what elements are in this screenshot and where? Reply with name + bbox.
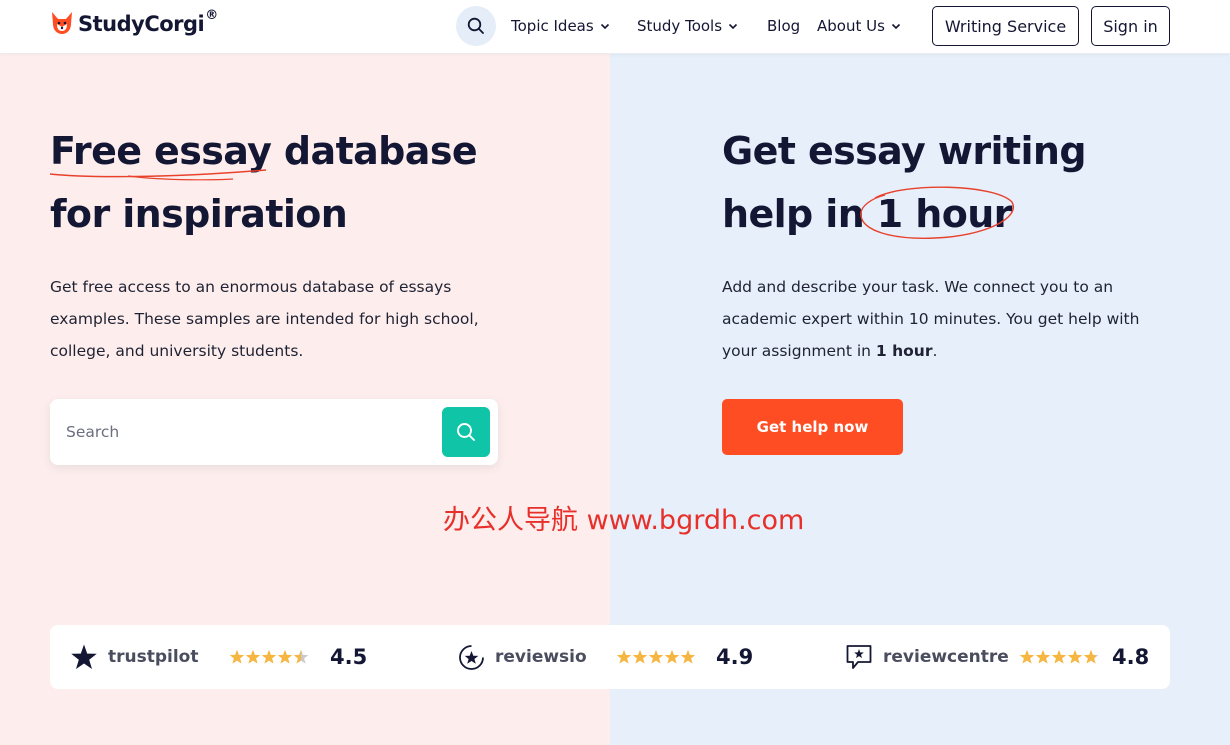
- registered-mark: ®: [205, 7, 219, 23]
- search-icon: [467, 17, 484, 34]
- essay-search-button[interactable]: [442, 407, 490, 457]
- star-icon: [1067, 649, 1083, 664]
- right-title-line1: Get essay writing: [722, 129, 1087, 173]
- writing-service-button[interactable]: Writing Service: [932, 6, 1079, 46]
- watermark-text: 办公人导航 www.bgrdh.com: [443, 505, 805, 536]
- star-icon: [648, 649, 664, 664]
- review-score: 4.5: [330, 625, 367, 689]
- star-icon: [229, 649, 245, 664]
- review-score: 4.8: [1112, 625, 1149, 689]
- score-value: 4.9: [716, 645, 754, 669]
- logo[interactable]: StudyCorgi ®: [50, 7, 219, 38]
- corgi-logo-icon: [52, 12, 72, 34]
- score-value: 4.5: [330, 645, 368, 669]
- nav-study-tools[interactable]: Study Tools: [637, 17, 738, 35]
- review-trustpilot[interactable]: trustpilot: [70, 625, 199, 689]
- star-icon: [261, 649, 277, 664]
- nav-about-us[interactable]: About Us: [817, 17, 901, 35]
- search-icon: [457, 423, 475, 441]
- star-icon: [293, 649, 309, 664]
- review-stars: [616, 625, 696, 689]
- review-score: 4.9: [716, 625, 753, 689]
- star-icon: [277, 649, 293, 664]
- right-description: Add and describe your task. We connect y…: [722, 271, 1162, 367]
- left-description: Get free access to an enormous database …: [50, 278, 479, 360]
- nav-blog[interactable]: Blog: [767, 17, 800, 35]
- chevron-down-icon: [891, 23, 900, 30]
- chevron-down-icon: [728, 23, 738, 30]
- title-rest: help in: [722, 192, 877, 236]
- nav-label: Topic Ideas: [511, 17, 594, 35]
- star-icon: [1019, 649, 1035, 664]
- get-help-now-button[interactable]: Get help now: [722, 399, 903, 455]
- review-site-name: trustpilot: [108, 647, 199, 667]
- chevron-down-icon: [600, 23, 609, 30]
- nav-topic-ideas[interactable]: Topic Ideas: [511, 17, 610, 35]
- review-reviewcentre[interactable]: reviewcentre: [845, 625, 1009, 689]
- star-icon: [1035, 649, 1051, 664]
- star-icon: [616, 649, 632, 664]
- logo-text: StudyCorgi: [78, 12, 205, 36]
- left-title-line2: for inspiration: [50, 192, 348, 236]
- nav-label: Blog: [767, 17, 801, 35]
- right-title-line2: help in 1 hour: [722, 183, 1012, 246]
- site-header: StudyCorgi ® Topic Ideas Study Tools Blo…: [0, 0, 1230, 54]
- title-highlight: Free essay: [50, 129, 272, 173]
- trustpilot-star-icon: [71, 644, 97, 669]
- nav-label: About Us: [817, 17, 885, 35]
- review-stars: [1019, 625, 1099, 689]
- star-icon: [664, 649, 680, 664]
- essay-search-input[interactable]: [66, 399, 426, 465]
- reviewcentre-icon: [846, 645, 872, 669]
- description-bold: 1 hour: [875, 342, 933, 360]
- reviews-bar: trustpilot 4.5 reviewsio 4.9 reviewcentr…: [50, 625, 1170, 689]
- sign-in-button[interactable]: Sign in: [1091, 6, 1170, 46]
- review-reviewsio[interactable]: reviewsio: [458, 625, 587, 689]
- score-value: 4.8: [1112, 645, 1150, 669]
- star-icon: [680, 649, 696, 664]
- review-stars: [229, 625, 309, 689]
- star-rating: [229, 649, 309, 665]
- review-site-name: reviewcentre: [883, 647, 1009, 667]
- left-title-line1: Free essay database: [50, 120, 478, 183]
- star-icon: [632, 649, 648, 664]
- title-rest: database: [271, 129, 478, 173]
- description-end: .: [932, 342, 938, 360]
- header-search-button[interactable]: [456, 6, 496, 46]
- star-icon: [1083, 649, 1099, 664]
- reviewsio-icon: [459, 644, 484, 670]
- title-highlight: 1 hour: [876, 192, 1013, 236]
- nav-label: Study Tools: [637, 17, 723, 35]
- essay-search-box: [50, 399, 498, 465]
- star-rating: [1019, 649, 1099, 665]
- star-icon: [245, 649, 261, 664]
- review-site-name: reviewsio: [495, 647, 587, 667]
- star-icon: [1051, 649, 1067, 664]
- star-rating: [616, 649, 696, 665]
